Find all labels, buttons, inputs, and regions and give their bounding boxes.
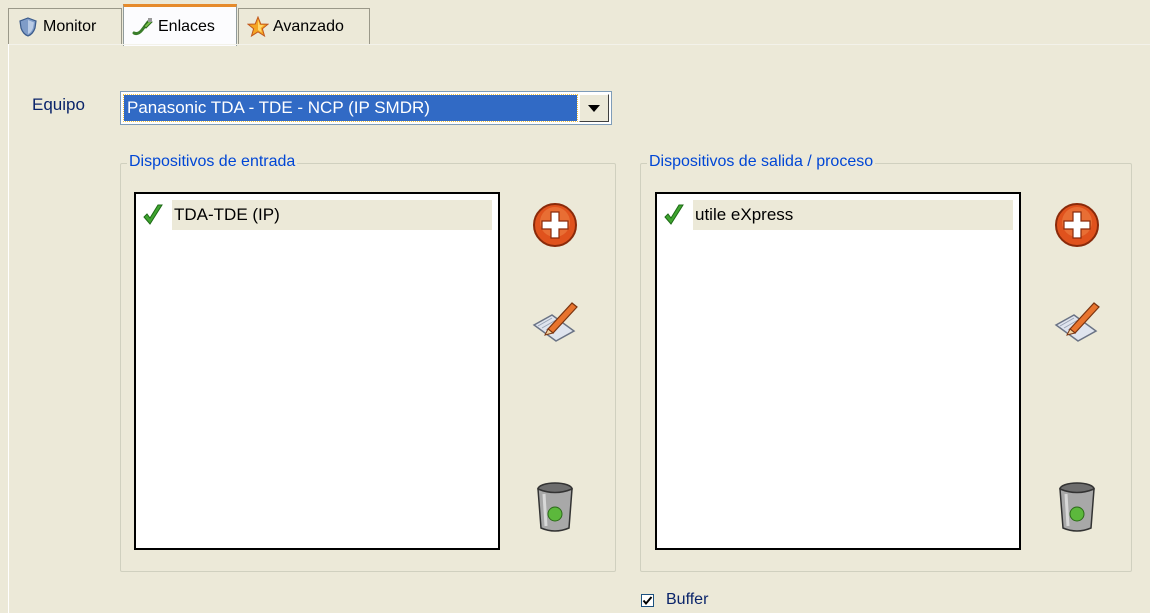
tab-avanzado[interactable]: Avanzado [238, 8, 370, 44]
equipo-selected-value: Panasonic TDA - TDE - NCP (IP SMDR) [123, 94, 578, 122]
tab-avanzado-label: Avanzado [273, 17, 344, 35]
trash-icon [1059, 482, 1095, 532]
checkmark-icon [664, 204, 684, 225]
input-devices-list[interactable]: TDA-TDE (IP) [134, 192, 500, 550]
tab-enlaces[interactable]: Enlaces [123, 4, 237, 46]
chevron-down-icon [588, 104, 600, 112]
buffer-option[interactable]: Buffer [641, 591, 708, 609]
input-devices-title: Dispositivos de entrada [127, 153, 298, 171]
output-devices-list[interactable]: utile eXpress [655, 192, 1021, 550]
edit-icon [1054, 302, 1100, 342]
delete-output-button[interactable] [1052, 480, 1102, 532]
edit-icon [532, 302, 578, 342]
trash-icon [537, 482, 573, 532]
edit-input-button[interactable] [530, 295, 580, 345]
star-icon [246, 15, 270, 38]
equipo-label: Equipo [32, 95, 85, 114]
tab-strip: Monitor Enlaces Avanzado [0, 0, 1150, 46]
tab-monitor[interactable]: Monitor [8, 8, 122, 44]
link-cable-icon [132, 16, 154, 38]
buffer-checkbox[interactable] [641, 593, 654, 607]
monitor-shield-icon [17, 16, 39, 38]
add-input-button[interactable] [530, 200, 580, 250]
tab-monitor-label: Monitor [43, 17, 97, 35]
tab-enlaces-label: Enlaces [158, 17, 215, 35]
equipo-select[interactable]: Panasonic TDA - TDE - NCP (IP SMDR) [120, 91, 612, 125]
add-icon [533, 203, 577, 247]
output-devices-title: Dispositivos de salida / proceso [647, 153, 876, 171]
dropdown-button[interactable] [579, 94, 609, 122]
output-device-label: utile eXpress [693, 200, 1013, 230]
tab-divider [8, 44, 1150, 45]
list-item[interactable]: utile eXpress [663, 200, 1013, 230]
add-icon [1055, 203, 1099, 247]
checkmark-icon [143, 204, 163, 225]
page-border [8, 44, 9, 613]
edit-output-button[interactable] [1052, 295, 1102, 345]
list-item[interactable]: TDA-TDE (IP) [142, 200, 492, 230]
delete-input-button[interactable] [530, 480, 580, 532]
checkbox-check-icon [642, 595, 653, 605]
input-device-label: TDA-TDE (IP) [172, 200, 492, 230]
buffer-label: Buffer [666, 591, 709, 608]
add-output-button[interactable] [1052, 200, 1102, 250]
